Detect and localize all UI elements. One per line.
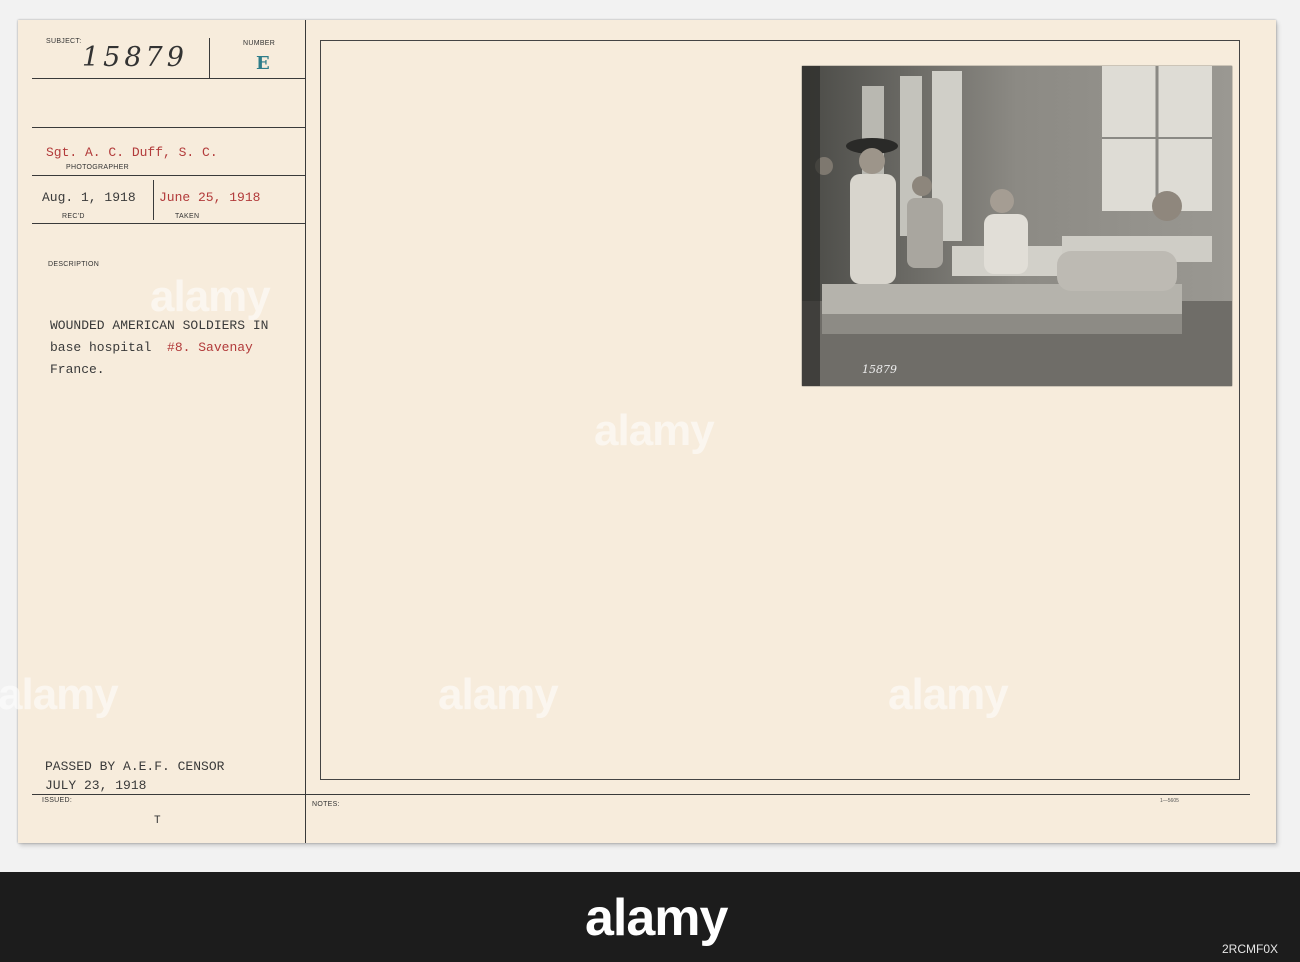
subject-number: 15879 — [82, 42, 188, 73]
rule — [32, 78, 306, 79]
issued-label: ISSUED: — [42, 797, 73, 804]
date-divider — [153, 180, 154, 220]
taken-date: June 25, 1918 — [159, 190, 261, 205]
image-id: 2RCMF0X — [1221, 942, 1278, 956]
photographer-name: Sgt. A. C. Duff, S. C. — [46, 145, 218, 160]
censor-line: PASSED BY A.E.F. CENSOR — [45, 759, 225, 774]
photographer-label: PHOTOGRAPHER — [66, 164, 129, 171]
number-divider — [209, 38, 210, 78]
rule — [32, 175, 306, 176]
archive-record-card: SUBJECT: NUMBER 15879 E Sgt. A. C. Duff,… — [0, 20, 1276, 843]
hospital-ward-photograph: 15879 — [802, 66, 1232, 386]
rule — [32, 223, 306, 224]
alamy-logo: alamy — [585, 889, 728, 947]
description-label: DESCRIPTION — [48, 261, 100, 268]
watermark: alamy — [150, 272, 271, 321]
description-line: base hospital #8. Savenay — [50, 337, 268, 359]
received-label: REC'D — [62, 213, 85, 220]
watermark: alamy — [438, 670, 559, 719]
watermark: alamy — [0, 670, 119, 719]
watermark: alamy — [888, 670, 1009, 719]
description-fragment: base hospital — [50, 340, 152, 355]
rule — [32, 794, 1250, 795]
notes-label: NOTES: — [312, 801, 340, 808]
column-divider — [305, 20, 306, 843]
form-number: 1—5605 — [1160, 798, 1179, 804]
photo-illustration — [802, 66, 1232, 386]
watermark: alamy — [594, 406, 715, 455]
number-letter: E — [256, 53, 270, 74]
t-mark: T — [154, 815, 161, 827]
rule — [32, 127, 306, 128]
censor-date: JULY 23, 1918 — [45, 778, 147, 793]
description-fragment-red: #8. Savenay — [167, 340, 253, 355]
number-label: NUMBER — [243, 40, 276, 47]
received-date: Aug. 1, 1918 — [42, 190, 136, 205]
description-text: WOUNDED AMERICAN SOLDIERS IN base hospit… — [50, 315, 268, 381]
description-line: France. — [50, 362, 105, 377]
taken-label: TAKEN — [175, 213, 200, 220]
photo-negative-number: 15879 — [862, 363, 897, 376]
subject-label: SUBJECT: — [46, 38, 82, 45]
